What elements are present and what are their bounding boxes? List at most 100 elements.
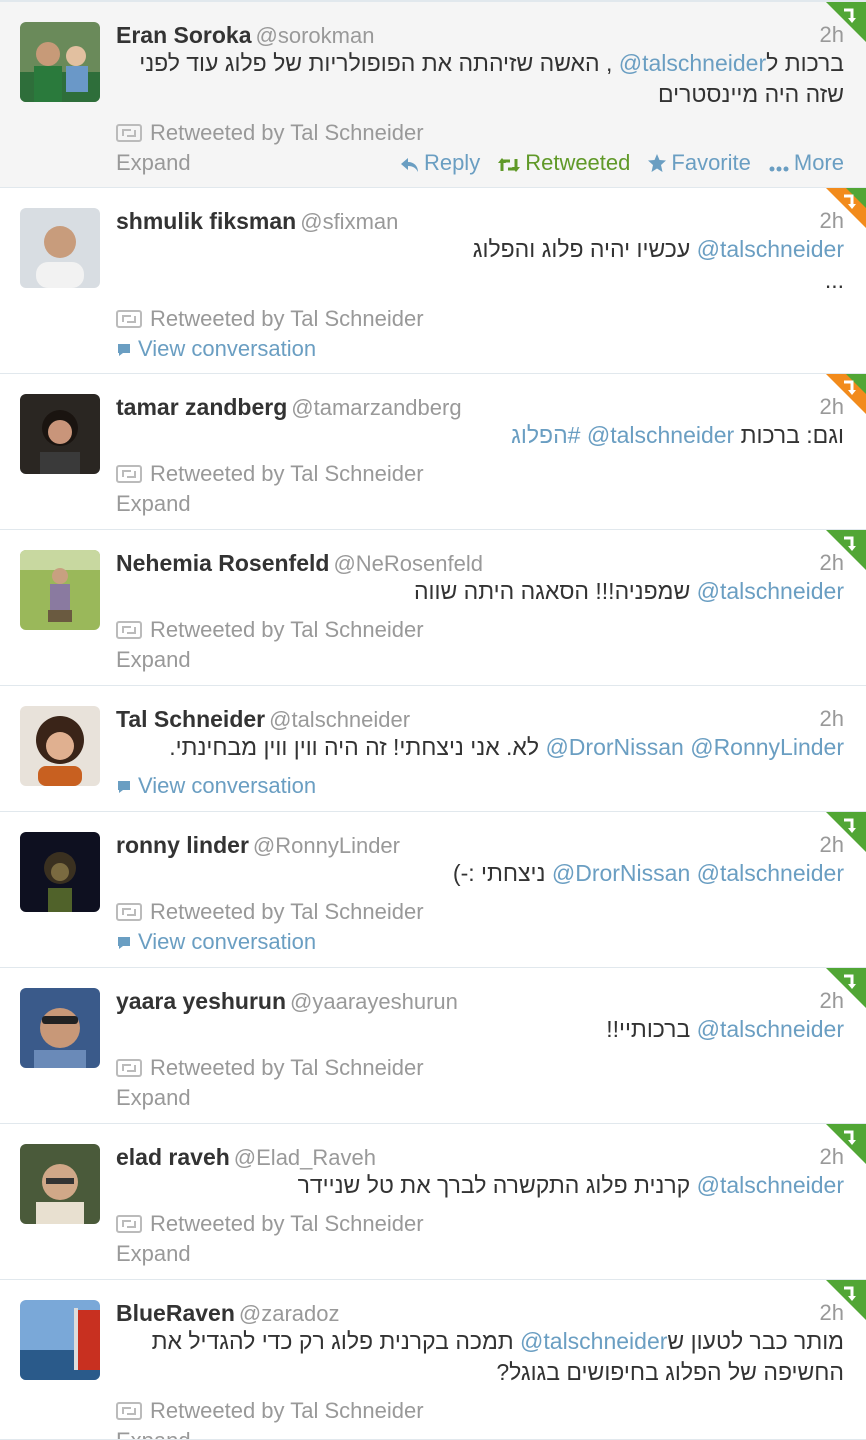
view-conversation-link[interactable]: View conversation [116,771,316,801]
expand-link[interactable]: Expand [116,1426,191,1439]
timestamp[interactable]: 2h [820,702,844,736]
tweet-text: ברכותיי!! [606,1016,697,1042]
tweet[interactable]: ronny linder @RonnyLinder 2h @talschneider … [0,812,866,968]
mention-link[interactable]: @talschneider [619,50,766,76]
view-conversation-label: View conversation [138,773,317,798]
avatar-woman-curly-hair-icon[interactable] [20,706,100,786]
fullname[interactable]: shmulik fiksman [116,208,296,234]
tweet[interactable]: Eran Soroka @sorokman 2h ברכות ל@talschneid… [0,0,866,188]
mention-link[interactable]: @talschneider [697,578,844,604]
fullname[interactable]: Eran Soroka [116,22,252,48]
tweet-text: עכשיו יהיה פלוג והפלוג [472,236,697,262]
retweeted-by-label[interactable]: Retweeted by Tal Schneider [150,461,424,486]
retweeted-by-label[interactable]: Retweeted by Tal Schneider [150,1398,424,1423]
view-conversation-link[interactable]: View conversation [116,334,316,364]
more-button[interactable]: More [769,150,844,175]
username[interactable]: @zaradoz [239,1301,340,1326]
retweeted-by-label[interactable]: Retweeted by Tal Schneider [150,1211,424,1236]
avatar-man-with-child-icon[interactable] [20,22,100,102]
tweet-text-line: @talschneider שמפניה!!! הסאגה היתה שווה [116,576,844,607]
tweet[interactable]: Tal Schneider @talschneider 2h @RonnyLinder… [0,686,866,812]
fullname[interactable]: tamar zandberg [116,394,287,420]
expand-link[interactable]: Expand [116,489,191,519]
avatar-man-glasses-icon[interactable] [20,1144,100,1224]
expand-link[interactable]: Expand [116,1239,191,1269]
mention-link[interactable]: @talschneider [697,860,844,886]
retweeted-by-label[interactable]: Retweeted by Tal Schneider [150,617,424,642]
avatar-woman-dark-hair-icon[interactable] [20,394,100,474]
favorite-button[interactable]: Favorite [648,150,751,175]
mention-link[interactable]: @talschneider [697,1172,844,1198]
mention-link[interactable]: @DrorNissan [552,860,690,886]
fullname[interactable]: elad raveh [116,1144,230,1170]
hashtag-link[interactable]: #הפלוג [511,422,580,448]
fullname[interactable]: Tal Schneider [116,706,265,732]
mention-link[interactable]: @talschneider [520,1328,667,1354]
mention-link[interactable]: @DrorNissan [545,734,683,760]
tweet-text: וגם: ברכות [734,422,844,448]
retweet-small-icon [116,1059,142,1077]
tweet[interactable]: shmulik fiksman @sfixman 2h @talschneider ע… [0,188,866,374]
tweet[interactable]: yaara yeshurun @yaarayeshurun 2h @talschnei… [0,968,866,1124]
timeline: Eran Soroka @sorokman 2h ברכות ל@talschneid… [0,0,866,1440]
avatar-woman-dark-photo-icon[interactable] [20,832,100,912]
avatar-sea-boat-icon[interactable] [20,1300,100,1380]
tweet-header: Tal Schneider @talschneider 2h [116,702,844,736]
tweet-text: @talschneider @DrorNissan ניצחתי :-) [116,858,844,889]
tweet-header: BlueRaven @zaradoz 2h [116,1296,844,1330]
avatar-man-in-field-icon[interactable] [20,550,100,630]
retweeted-by-label[interactable]: Retweeted by Tal Schneider [150,120,424,145]
retweet-small-icon [116,903,142,921]
reply-button[interactable]: Reply [400,150,480,175]
view-conversation-link[interactable]: View conversation [116,927,316,957]
avatar-woman-sunglasses-icon[interactable] [20,988,100,1068]
view-conversation-label: View conversation [138,336,317,361]
mention-link[interactable]: @talschneider [587,422,734,448]
tweet-header: tamar zandberg @tamarzandberg 2h [116,390,844,424]
fullname[interactable]: yaara yeshurun [116,988,286,1014]
username[interactable]: @NeRosenfeld [333,551,483,576]
tweet-text-line: @talschneider קרנית פלוג התקשרה לברך את … [116,1170,844,1201]
username[interactable]: @sorokman [256,23,375,48]
retweeted-by-label[interactable]: Retweeted by Tal Schneider [150,1055,424,1080]
retweeted-by: Retweeted by Tal Schneider [116,459,424,489]
retweeted-by-label[interactable]: Retweeted by Tal Schneider [150,899,424,924]
username[interactable]: @sfixman [300,209,398,234]
retweet-small-icon [116,621,142,639]
retweet-corner-icon [826,1124,866,1164]
tweet-text: ברכות ל [766,50,844,76]
tweet-text: ברכות ל@talschneider , האשה שזיהתה את הפ… [116,48,844,110]
tweet[interactable]: Nehemia Rosenfeld @NeRosenfeld 2h @talschne… [0,530,866,686]
fullname[interactable]: BlueRaven [116,1300,235,1326]
mention-link[interactable]: @talschneider [697,236,844,262]
username[interactable]: @yaarayeshurun [290,989,458,1014]
mention-link[interactable]: @RonnyLinder [690,734,844,760]
tweet[interactable]: BlueRaven @zaradoz 2h מותר כבר לטעון ש@tals… [0,1280,866,1440]
username[interactable]: @Elad_Raveh [234,1145,376,1170]
username[interactable]: @tamarzandberg [291,395,461,420]
more-dots-icon [769,166,789,172]
tweet-text: @talschneider עכשיו יהיה פלוג והפלוג... [116,234,844,296]
username[interactable]: @talschneider [269,707,410,732]
tweet[interactable]: elad raveh @Elad_Raveh 2h @talschneider קרנ… [0,1124,866,1280]
fullname[interactable]: ronny linder [116,832,249,858]
avatar-bald-man-icon[interactable] [20,208,100,288]
expand-label: Expand [116,1241,191,1266]
tweet[interactable]: tamar zandberg @tamarzandberg 2h וגם: ברכות… [0,374,866,530]
expand-label: Expand [116,1428,191,1439]
expand-link[interactable]: Expand [116,1083,191,1113]
retweeted-button[interactable]: Retweeted [498,150,630,175]
speech-bubble-icon [118,344,130,356]
mention-link[interactable]: @talschneider [697,1016,844,1042]
retweeted-by: Retweeted by Tal Schneider [116,1396,424,1426]
tweet-text-line: החשיפה של הפלוג בחיפושים בגוגל? [116,1357,844,1388]
tweet-text: תמכה בקרנית פלוג רק כדי להגדיל את [151,1328,521,1354]
fullname[interactable]: Nehemia Rosenfeld [116,550,329,576]
retweeted-by-label[interactable]: Retweeted by Tal Schneider [150,306,424,331]
expand-label: Expand [116,491,191,516]
expand-link[interactable]: Expand [116,645,191,675]
tweet-header: Nehemia Rosenfeld @NeRosenfeld 2h [116,546,844,580]
tweet-text-line: וגם: ברכות @talschneider #הפלוג [116,420,844,451]
expand-link[interactable]: Expand [116,148,191,178]
username[interactable]: @RonnyLinder [253,833,400,858]
